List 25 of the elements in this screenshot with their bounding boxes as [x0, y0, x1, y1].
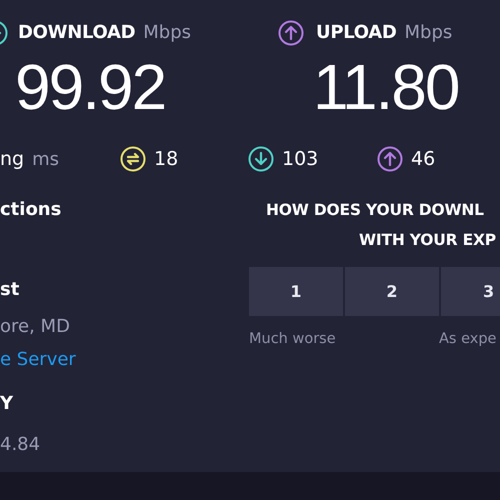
download-speed: 99.92 [15, 51, 166, 123]
unit-label: ms [32, 148, 60, 172]
section-heading: Y [0, 392, 14, 416]
section-heading: ctions [0, 198, 62, 222]
rating-button[interactable]: 2 [345, 267, 439, 316]
section-heading: st [0, 278, 20, 302]
survey-question: HOW DOES YOUR DOWNL [266, 200, 485, 220]
download-label: DOWNLOAD [18, 21, 136, 45]
server-location: ore, MD [0, 314, 71, 338]
ping-value: 46 [411, 147, 436, 172]
unit-label: Mbps [143, 21, 192, 45]
survey-question: WITH YOUR EXP [359, 230, 497, 251]
scale-label: Much worse [249, 330, 337, 349]
ping-label: ng [0, 147, 24, 172]
scale-label: As expe [439, 330, 496, 349]
rating-button[interactable]: 3 [441, 267, 500, 316]
rating-button[interactable]: 1 [249, 267, 343, 316]
ping-value: 18 [154, 147, 178, 172]
change-server-link[interactable]: e Server [0, 346, 249, 372]
unit-label: Mbps [404, 21, 452, 45]
ping-value: 103 [282, 147, 318, 172]
upload-label: UPLOAD [316, 21, 397, 45]
swap-arrows-icon [120, 146, 146, 172]
ip-address: 4.84 [0, 432, 42, 456]
upload-speed: 11.80 [313, 51, 458, 123]
